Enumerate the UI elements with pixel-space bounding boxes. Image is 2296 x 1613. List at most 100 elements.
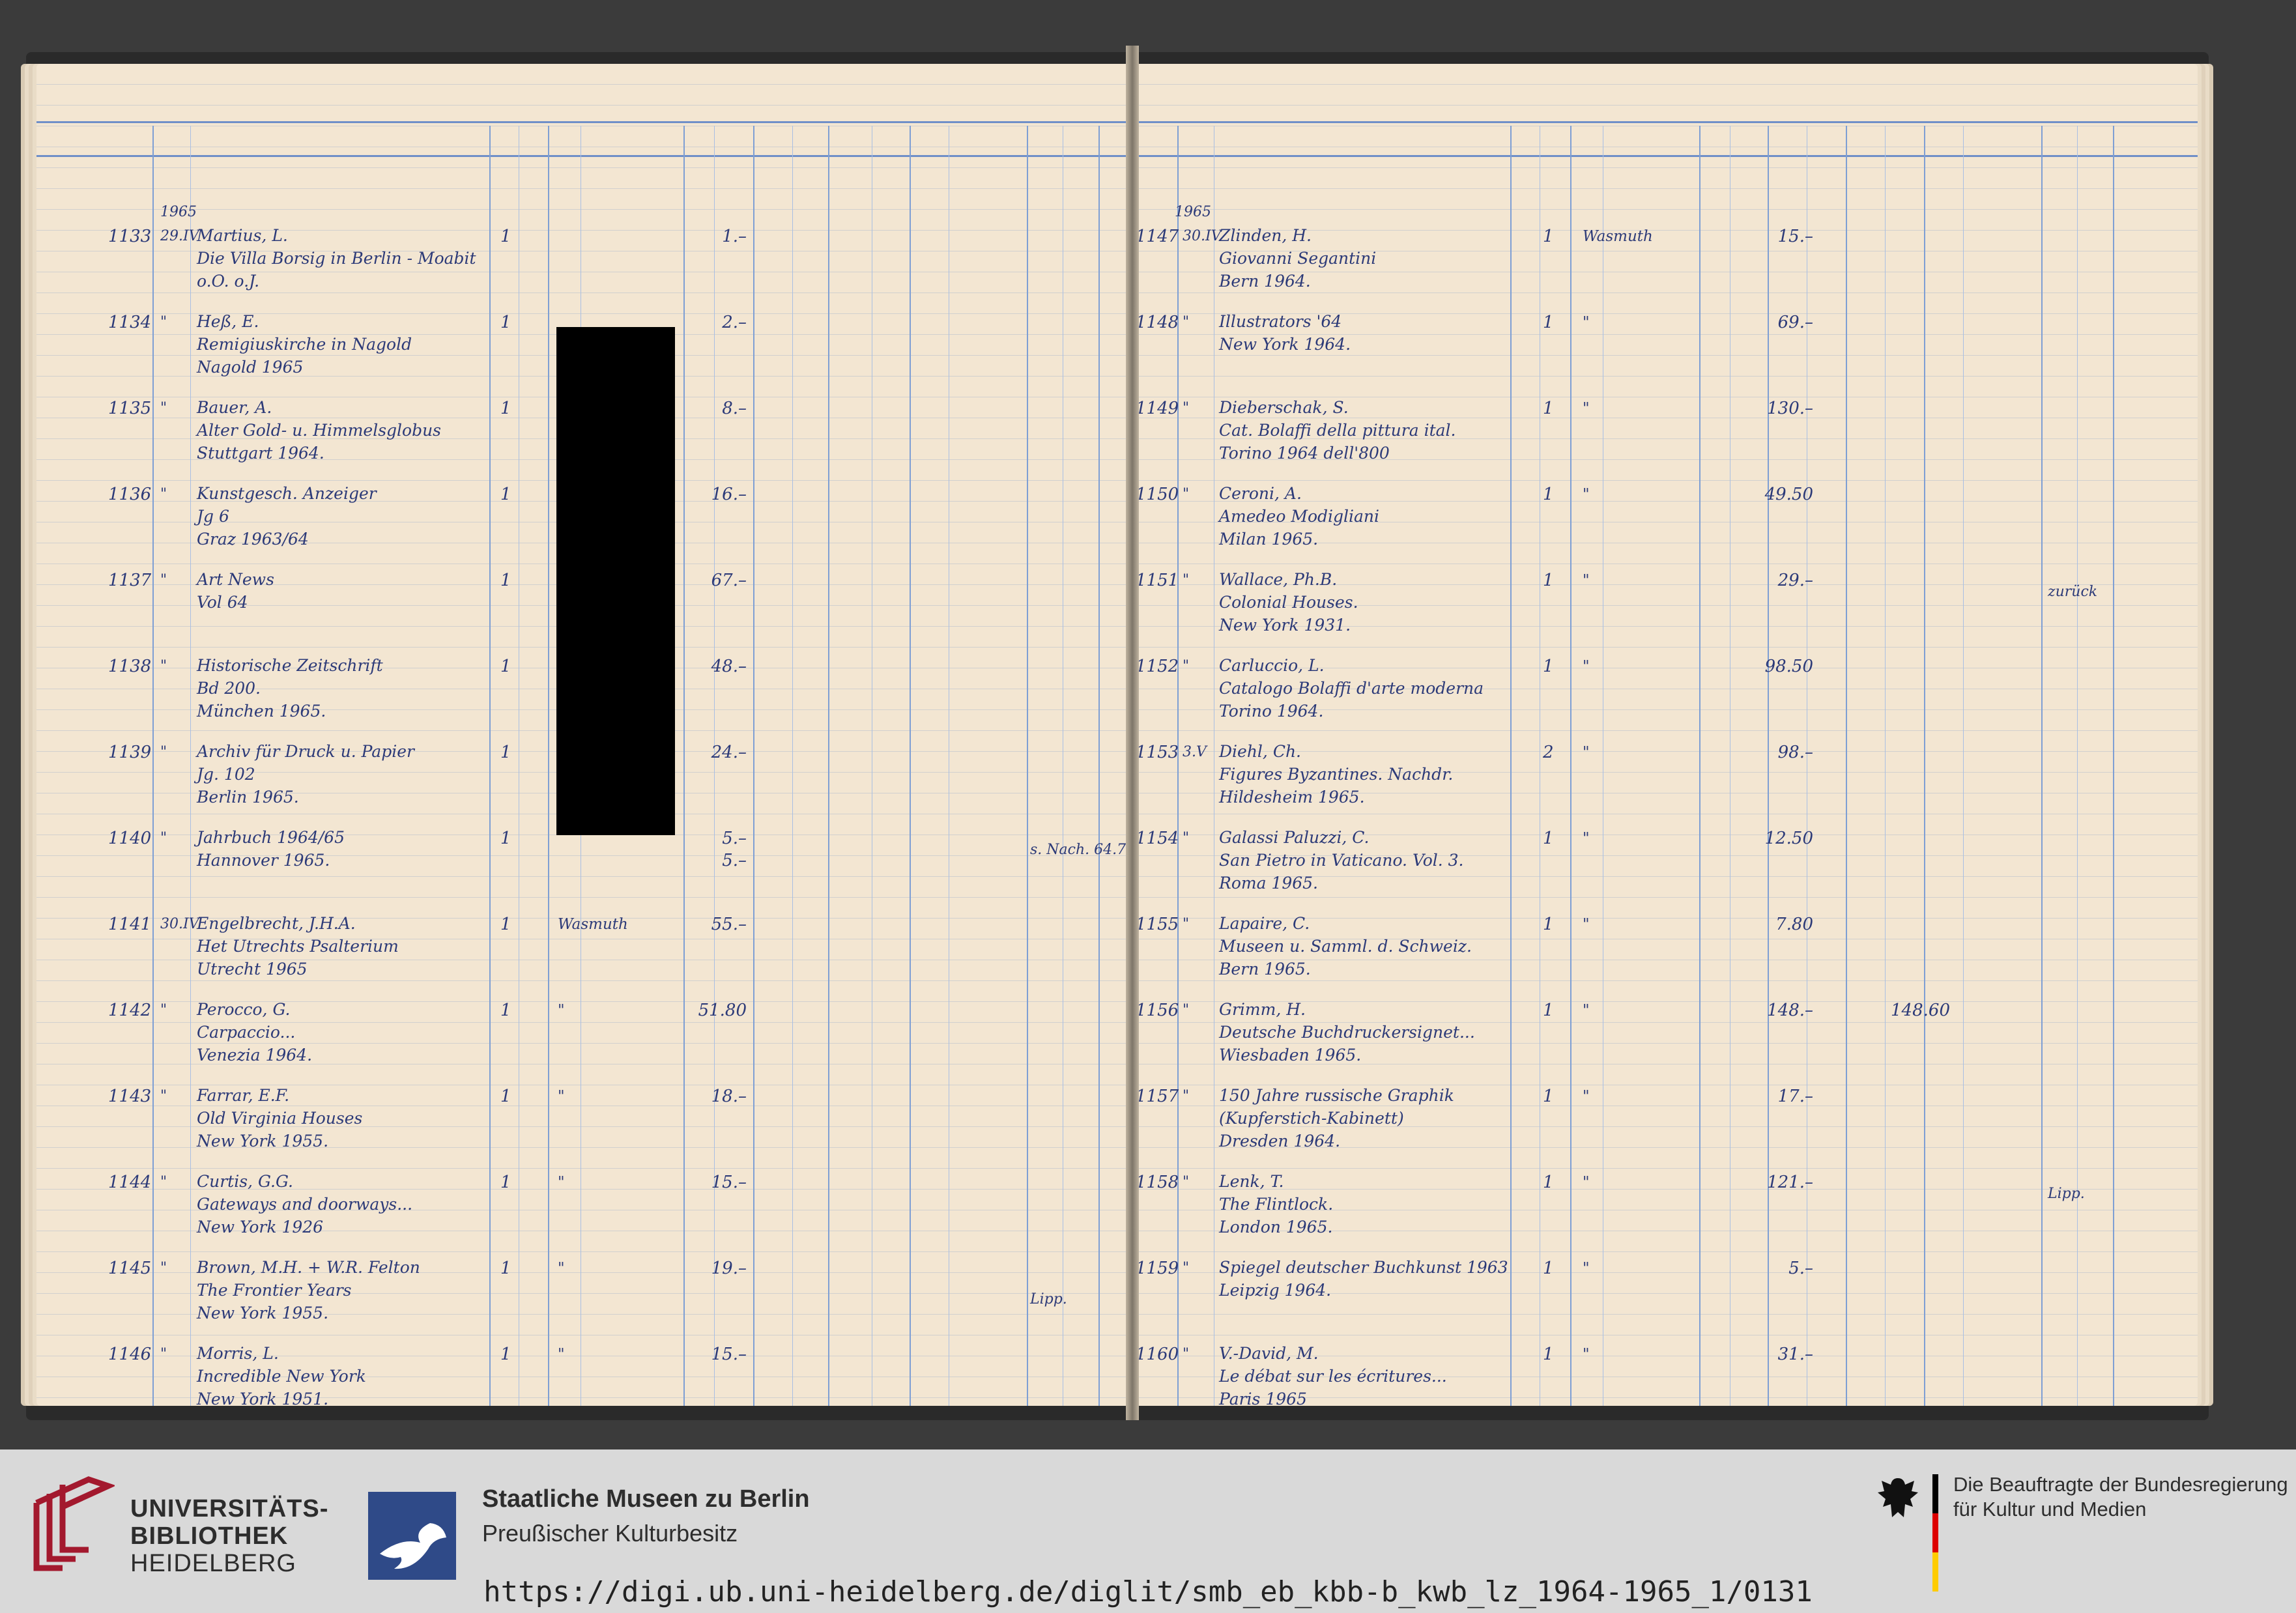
entry-price: 121.–: [1767, 1173, 1813, 1192]
entry-title-line: Colonial Houses.: [1219, 593, 1358, 612]
entry-number: 1138: [108, 657, 152, 676]
entry-title-line: Brown, M.H. + W.R. Felton: [197, 1258, 420, 1277]
entry-vendor: ": [1583, 830, 1590, 847]
entry-note: s. Nach. 64.701.: [1030, 842, 1128, 858]
entry-price: 8.–: [722, 399, 747, 418]
entry-price-2: 5.–: [722, 851, 747, 870]
entry-number: 1140: [108, 829, 152, 848]
entry-price: 7.80: [1775, 915, 1813, 934]
entry-price: 5.–: [722, 829, 747, 848]
year-header: 1965: [1175, 204, 1211, 220]
entry-title-line: Leipzig 1964.: [1219, 1281, 1332, 1300]
column-rule: [1924, 126, 1925, 1406]
entry-date: ": [160, 400, 167, 416]
entry-title-line: Galassi Paluzzi, C.: [1219, 828, 1370, 847]
entry-number: 1136: [108, 485, 152, 504]
entry-date: ": [1183, 916, 1190, 932]
entry-date: ": [160, 658, 167, 674]
smb-subtitle: Preußischer Kulturbesitz: [482, 1520, 738, 1547]
column-rule: [753, 126, 754, 1406]
header-rule: [1136, 121, 2198, 123]
entry-title-line: Carluccio, L.: [1219, 656, 1325, 675]
entry-quantity: 1: [1543, 227, 1554, 246]
entry-title-line: V.-David, M.: [1219, 1344, 1319, 1363]
entry-number: 1143: [108, 1087, 152, 1106]
entry-title-line: Torino 1964 dell'800: [1219, 444, 1390, 463]
entry-number: 1157: [1136, 1087, 1179, 1106]
entry-title-line: Perocco, G.: [197, 1000, 291, 1019]
german-flag-bar: [1932, 1474, 1938, 1592]
entry-title-line: Diehl, Ch.: [1219, 742, 1302, 761]
entry-price: 12.50: [1764, 829, 1813, 848]
entry-number: 1144: [108, 1173, 152, 1192]
entry-title-line: New York 1951.: [197, 1390, 329, 1406]
entry-price: 31.–: [1777, 1345, 1813, 1364]
entry-title-line: 150 Jahre russische Graphik: [1219, 1086, 1454, 1105]
entry-quantity: 1: [1543, 1001, 1554, 1020]
entry-title-line: Paris 1965: [1219, 1390, 1307, 1406]
entry-title-line: Archiv für Druck u. Papier: [197, 742, 414, 761]
entry-vendor: ": [1583, 658, 1590, 675]
entry-title-line: Jahrbuch 1964/65: [197, 828, 345, 847]
entry-note: zurück: [2048, 584, 2098, 600]
entry-date: ": [160, 572, 167, 588]
column-rule: [1510, 126, 1512, 1406]
entry-date: ": [160, 314, 167, 330]
bkm-line1: Die Beauftragte der Bundesregierung: [1953, 1473, 2288, 1496]
entry-date: ": [160, 830, 167, 846]
entry-price: 17.–: [1777, 1087, 1813, 1106]
entry-date: 30.IV: [1183, 228, 1222, 244]
header-rule: [36, 121, 1128, 123]
entry-price: 18.–: [711, 1087, 747, 1106]
entry-price: 69.–: [1777, 313, 1813, 332]
entry-number: 1145: [108, 1259, 152, 1278]
entry-title-line: Martius, L.: [197, 226, 288, 245]
entry-price: 98.50: [1764, 657, 1813, 676]
entry-title-line: San Pietro in Vaticano. Vol. 3.: [1219, 851, 1464, 870]
entry-title-line: Graz 1963/64: [197, 530, 309, 549]
column-rule: [548, 126, 549, 1406]
entry-title-line: Venezia 1964.: [197, 1046, 313, 1064]
right-ledger-page: 1965 1147 30.IV Zlinden, H. Giovanni Segant…: [1136, 64, 2198, 1406]
entry-price: 67.–: [711, 571, 747, 590]
column-rule: [1963, 126, 1964, 1406]
entry-price-2: 148.60: [1891, 1001, 1950, 1020]
entry-title-line: Bern 1965.: [1219, 960, 1311, 978]
entry-title-line: Ceroni, A.: [1219, 484, 1302, 503]
entry-title-line: Museen u. Samml. d. Schweiz.: [1219, 937, 1472, 956]
entry-quantity: 1: [500, 313, 511, 332]
entry-title-line: New York 1955.: [197, 1304, 329, 1322]
entry-price: 98.–: [1777, 743, 1813, 762]
entry-title-line: München 1965.: [197, 702, 326, 721]
entry-number: 1133: [108, 227, 152, 246]
entry-title-line: Curtis, G.G.: [197, 1172, 293, 1191]
entry-title-line: Bd 200.: [197, 679, 261, 698]
entry-number: 1158: [1136, 1173, 1179, 1192]
entry-quantity: 1: [500, 1001, 511, 1020]
entry-vendor: ": [558, 1088, 565, 1105]
entry-title-line: Farrar, E.F.: [197, 1086, 290, 1105]
footer-bar: UNIVERSITÄTS- BIBLIOTHEK HEIDELBERG Staa…: [0, 1449, 2296, 1613]
column-rule: [828, 126, 829, 1406]
column-rule: [1846, 126, 1847, 1406]
entry-price: 15.–: [1777, 227, 1813, 246]
entry-title-line: Deutsche Buchdruckersignet...: [1219, 1023, 1475, 1042]
entry-title-line: Bern 1964.: [1219, 272, 1311, 291]
entry-quantity: 1: [500, 485, 511, 504]
permalink-url[interactable]: https://digi.ub.uni-heidelberg.de/diglit…: [0, 1575, 2296, 1608]
entry-title-line: Torino 1964.: [1219, 702, 1324, 721]
column-rule: [190, 126, 191, 1406]
ub-logo-line3: HEIDELBERG: [130, 1550, 296, 1577]
entry-title-line: Spiegel deutscher Buchkunst 1963: [1219, 1258, 1508, 1277]
entry-title-line: Lenk, T.: [1219, 1172, 1284, 1191]
entry-title-line: Vol 64: [197, 593, 248, 612]
entry-vendor: ": [1583, 486, 1590, 503]
entry-number: 1146: [108, 1345, 152, 1364]
entry-quantity: 1: [500, 829, 511, 848]
entry-quantity: 1: [500, 1259, 511, 1278]
entry-title-line: Het Utrechts Psalterium: [197, 937, 399, 956]
entry-title-line: (Kupferstich-Kabinett): [1219, 1109, 1404, 1128]
entry-vendor: ": [558, 1174, 565, 1191]
entry-vendor: ": [1583, 1260, 1590, 1277]
entry-number: 1160: [1136, 1345, 1179, 1364]
